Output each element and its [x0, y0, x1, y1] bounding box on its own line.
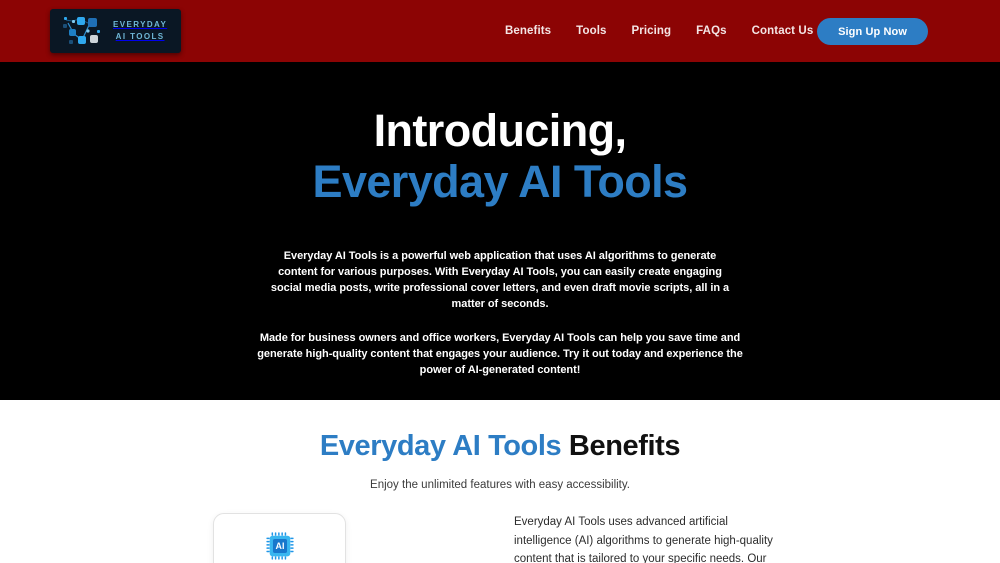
benefits-section: Everyday AI Tools Benefits Enjoy the unl… [0, 400, 1000, 563]
sign-up-now-button[interactable]: Sign Up Now [817, 18, 928, 45]
benefits-heading: Everyday AI Tools Benefits [0, 430, 1000, 463]
benefit-card[interactable]: AI [213, 513, 346, 563]
nav-item-benefits[interactable]: Benefits [505, 25, 551, 37]
ai-chip-icon: AI [265, 532, 294, 560]
benefit-description: Everyday AI Tools uses advanced artifici… [514, 516, 773, 563]
nav-item-pricing[interactable]: Pricing [631, 25, 671, 37]
hero-paragraph-2: Made for business owners and office work… [257, 332, 743, 376]
logo-text-line-2: AI TOOLS [115, 32, 165, 41]
site-header: EVERYDAY AI TOOLS Benefits Tools Pricing … [0, 0, 1000, 62]
svg-text:AI: AI [275, 541, 284, 551]
benefits-heading-rest: Benefits [561, 430, 681, 462]
logo-text-line-1: EVERYDAY [113, 20, 168, 29]
nav-item-contact-us[interactable]: Contact Us [752, 25, 814, 37]
hero-section: Introducing, Everyday AI Tools Everyday … [0, 62, 1000, 436]
network-nodes-logo-icon [63, 17, 100, 44]
site-logo[interactable]: EVERYDAY AI TOOLS [50, 9, 181, 53]
logo-text: EVERYDAY AI TOOLS [113, 19, 167, 43]
nav-item-tools[interactable]: Tools [576, 25, 606, 37]
main-navigation: Benefits Tools Pricing FAQs Contact Us [505, 0, 813, 62]
benefit-row: AI Everyday AI Tools uses advanced artif… [0, 513, 1000, 563]
nav-item-faqs[interactable]: FAQs [696, 25, 726, 37]
benefits-subheading: Enjoy the unlimited features with easy a… [370, 479, 630, 491]
hero-paragraph-1: Everyday AI Tools is a powerful web appl… [270, 250, 730, 310]
benefits-heading-accent: Everyday AI Tools [319, 430, 562, 462]
hero-title-line-1: Introducing, [373, 105, 627, 156]
hero-title-line-2: Everyday AI Tools [312, 156, 689, 207]
